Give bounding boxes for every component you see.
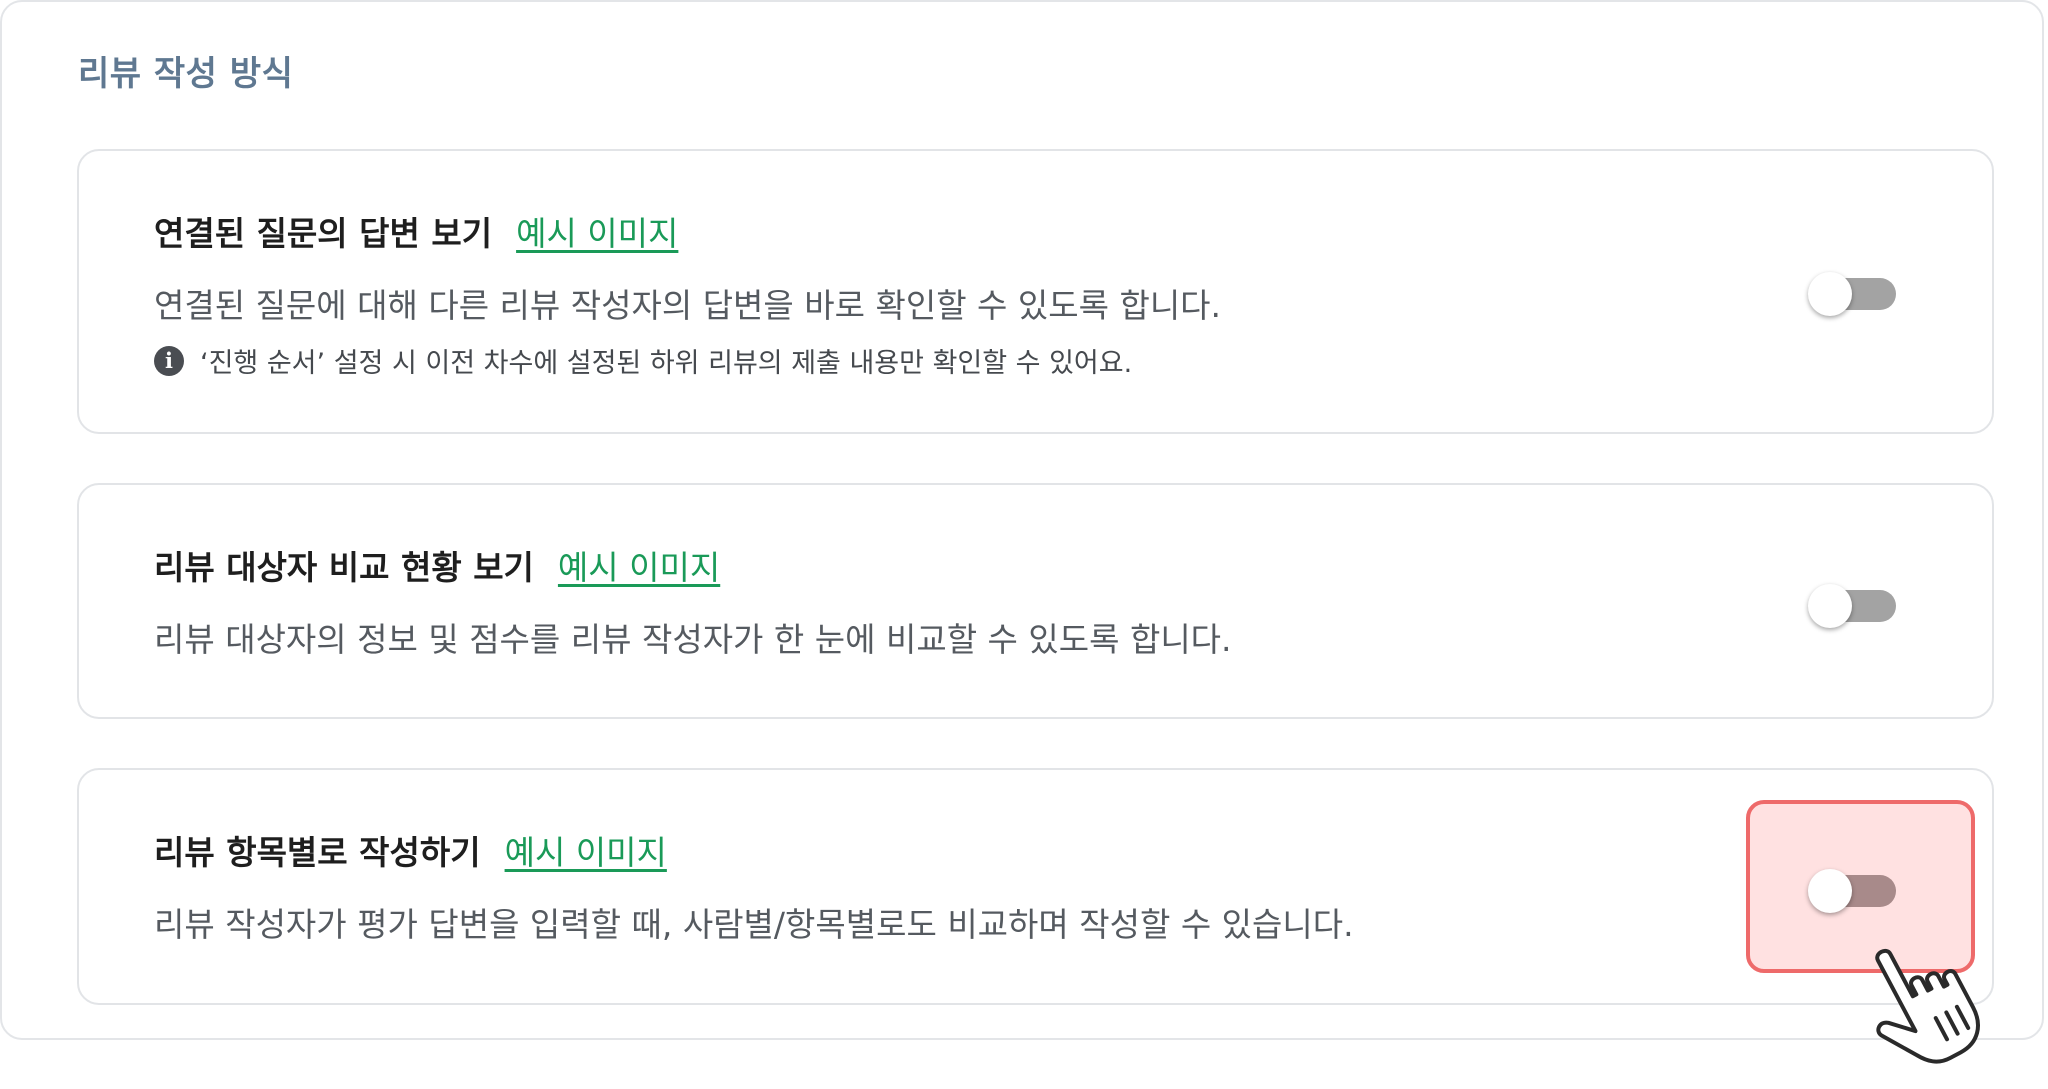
setting-card-compare-reviewees: 리뷰 대상자 비교 현황 보기 예시 이미지 리뷰 대상자의 정보 및 점수를 … xyxy=(77,483,1994,719)
card-title-row: 연결된 질문의 답변 보기 예시 이미지 xyxy=(154,207,678,255)
section-title: 리뷰 작성 방식 xyxy=(78,54,294,94)
note-text: ‘진행 순서’ 설정 시 이전 차수에 설정된 하위 리뷰의 제출 내용만 확인… xyxy=(200,348,1133,379)
example-image-link[interactable]: 예시 이미지 xyxy=(516,207,678,255)
example-image-link[interactable]: 예시 이미지 xyxy=(505,826,667,874)
write-by-item-toggle[interactable] xyxy=(1808,869,1900,913)
card-description: 연결된 질문에 대해 다른 리뷰 작성자의 답변을 바로 확인할 수 있도록 합… xyxy=(154,286,1222,325)
info-icon: i xyxy=(154,345,184,376)
card-description: 리뷰 대상자의 정보 및 점수를 리뷰 작성자가 한 눈에 비교할 수 있도록 … xyxy=(154,620,1232,659)
card-title-row: 리뷰 대상자 비교 현황 보기 예시 이미지 xyxy=(154,541,720,589)
card-description: 리뷰 작성자가 평가 답변을 입력할 때, 사람별/항목별로도 비교하며 작성할… xyxy=(154,905,1354,944)
card-title: 리뷰 대상자 비교 현황 보기 xyxy=(154,548,534,587)
linked-answers-toggle[interactable] xyxy=(1808,272,1900,316)
setting-card-linked-answers: 연결된 질문의 답변 보기 예시 이미지 연결된 질문에 대해 다른 리뷰 작성… xyxy=(77,149,1994,434)
card-title-row: 리뷰 항목별로 작성하기 예시 이미지 xyxy=(154,826,667,874)
toggle-knob xyxy=(1808,272,1852,316)
compare-reviewees-toggle[interactable] xyxy=(1808,584,1900,628)
toggle-knob xyxy=(1808,584,1852,628)
card-title: 리뷰 항목별로 작성하기 xyxy=(154,833,481,872)
example-image-link[interactable]: 예시 이미지 xyxy=(558,541,720,589)
setting-card-write-by-item: 리뷰 항목별로 작성하기 예시 이미지 리뷰 작성자가 평가 답변을 입력할 때… xyxy=(77,768,1994,1005)
card-title: 연결된 질문의 답변 보기 xyxy=(154,214,493,253)
card-note: i ‘진행 순서’ 설정 시 이전 차수에 설정된 하위 리뷰의 제출 내용만 … xyxy=(154,341,1132,380)
toggle-knob xyxy=(1808,869,1852,913)
